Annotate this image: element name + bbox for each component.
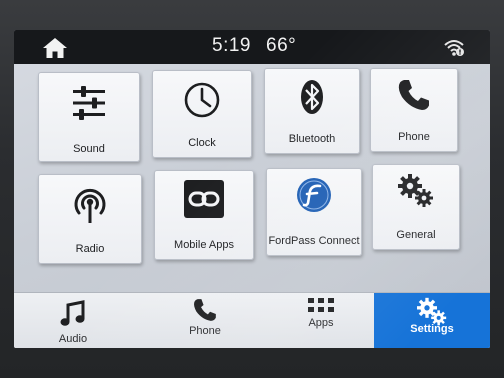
nav-audio[interactable]: Audio [14, 293, 132, 348]
nav-phone-label: Phone [189, 325, 221, 337]
tile-fordpass-connect[interactable]: FordPass Connect [266, 168, 362, 256]
tile-bluetooth-label: Bluetooth [288, 133, 336, 145]
link-icon [184, 180, 224, 218]
tile-mobile-apps-label: Mobile Apps [174, 239, 234, 251]
nav-phone[interactable]: Phone [142, 293, 268, 348]
status-bar: 5:19 66° [14, 30, 490, 64]
radio-antenna-icon [74, 188, 106, 223]
nav-settings[interactable]: Settings [374, 293, 490, 348]
tile-fordpass-connect-label: FordPass Connect [268, 235, 360, 247]
bottom-navigation-bar: Audio Phone Apps Settings [14, 292, 490, 348]
infotainment-screen: 5:19 66° Sound Clock Bluetooth Phone Rad… [14, 30, 490, 348]
outside-temperature: 66° [266, 35, 297, 56]
nav-settings-label: Settings [410, 323, 454, 335]
tile-clock-label: Clock [188, 137, 216, 149]
tile-bluetooth[interactable]: Bluetooth [264, 68, 360, 154]
nav-apps-label: Apps [308, 317, 334, 329]
gears-icon [398, 174, 433, 207]
tile-sound-label: Sound [73, 143, 105, 155]
tile-phone[interactable]: Phone [370, 68, 458, 152]
clock-icon [184, 82, 220, 118]
wifi-hotspot-icon [444, 40, 464, 56]
fordpass-icon [297, 178, 331, 212]
tile-radio-label: Radio [75, 243, 105, 255]
tile-radio[interactable]: Radio [38, 174, 142, 264]
settings-tiles-grid: Sound Clock Bluetooth Phone Radio Mobile… [14, 64, 490, 305]
tile-mobile-apps[interactable]: Mobile Apps [154, 170, 254, 260]
tile-general-label: General [396, 229, 436, 241]
music-note-icon [60, 300, 85, 326]
home-icon[interactable] [42, 37, 68, 59]
sliders-icon [73, 86, 105, 120]
tile-phone-label: Phone [398, 131, 430, 143]
bluetooth-icon [301, 80, 323, 114]
tile-clock[interactable]: Clock [152, 70, 252, 158]
nav-apps[interactable]: Apps [268, 293, 374, 348]
phone-icon [194, 299, 216, 321]
phone-icon [398, 80, 429, 110]
tile-sound[interactable]: Sound [38, 72, 140, 162]
clock-time: 5:19 [212, 35, 251, 56]
tile-general[interactable]: General [372, 164, 460, 250]
nav-audio-label: Audio [58, 333, 88, 345]
